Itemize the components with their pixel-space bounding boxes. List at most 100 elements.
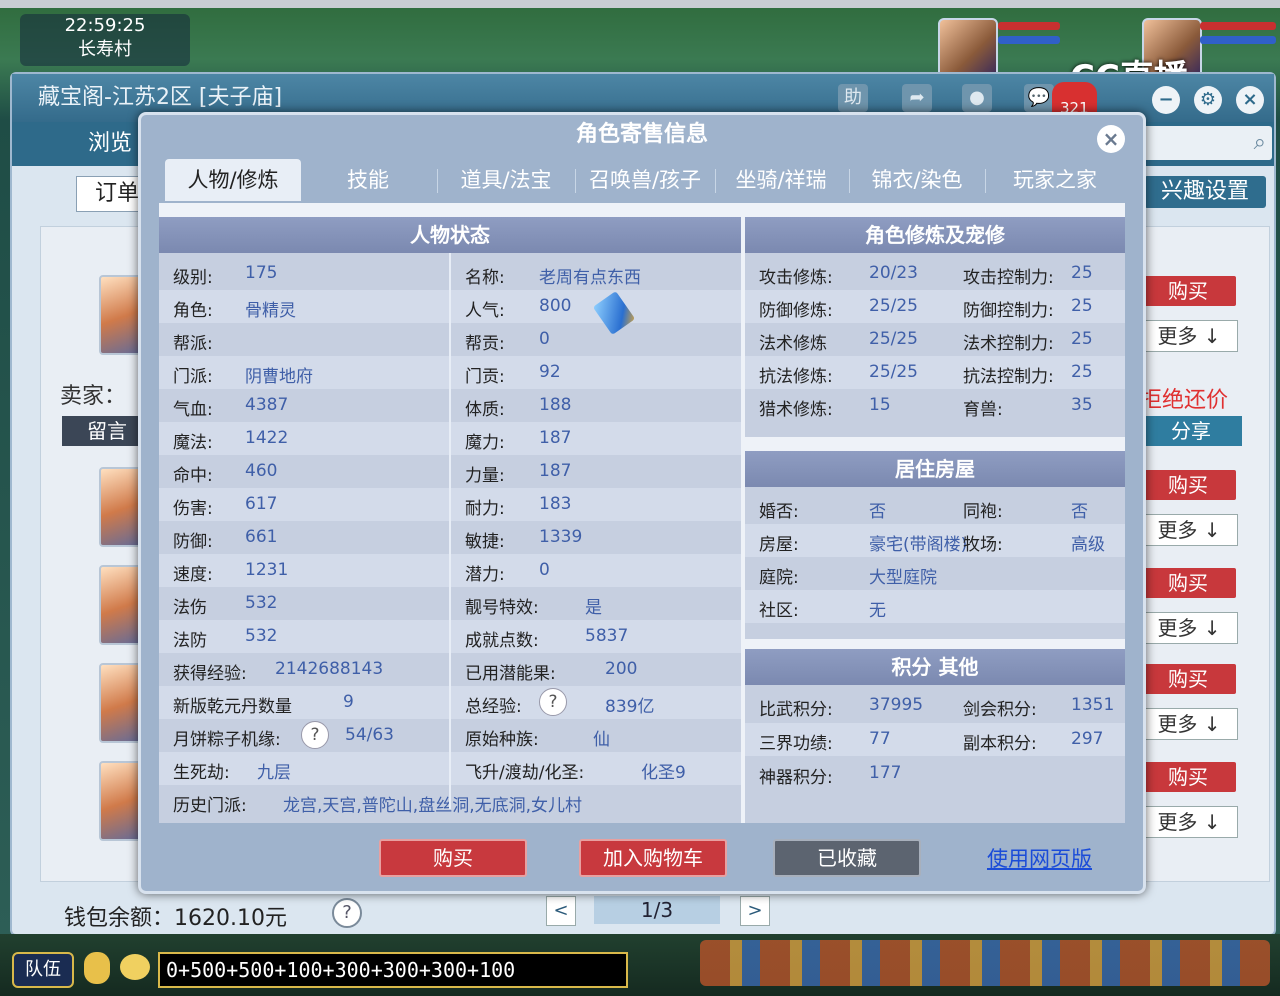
housing-header: 居住房屋	[745, 451, 1125, 487]
add-to-cart-button[interactable]: 加入购物车	[579, 839, 727, 877]
listing-buy-button[interactable]: 购买	[1140, 276, 1236, 306]
status-key: 速度:	[173, 565, 213, 585]
minimize-icon[interactable]: −	[1152, 86, 1180, 114]
help-icon[interactable]: ?	[301, 721, 329, 749]
help-icon[interactable]: ?	[539, 688, 567, 716]
housing-key: 社区:	[759, 601, 799, 621]
listing-more-button[interactable]: 更多 ↓	[1140, 612, 1238, 644]
housing-panel: 居住房屋 婚否: 否 同袍: 否房屋: 豪宅(带阁楼) 牧场: 高级 庭院: 大型庭院 社区: 无	[745, 451, 1125, 639]
status-key: 人气:	[465, 301, 505, 321]
help-icon[interactable]: 助	[838, 84, 868, 112]
cultivation-panel: 角色修炼及宠修 攻击修炼: 20/23 攻击控制力: 25 防御修炼: 25/25 防御控制…	[745, 217, 1125, 437]
microphone-icon[interactable]	[84, 952, 110, 984]
status-key: 总经验:	[465, 697, 522, 717]
search-icon[interactable]: ⌕	[1254, 130, 1266, 155]
refuse-bargain-label: 拒绝还价	[1140, 388, 1229, 413]
status-value: 5837	[585, 626, 629, 646]
speech-bubble-icon[interactable]	[120, 954, 150, 980]
status-key: 靓号特效:	[465, 598, 539, 618]
housing-value: 豪宅(带阁楼)	[869, 535, 968, 555]
listing-more-button[interactable]: 更多 ↓	[1140, 320, 1238, 352]
tab-outfits-dye[interactable]: 锦衣/染色	[855, 159, 979, 201]
points-value: 177	[869, 763, 902, 783]
page-next-button[interactable]: >	[740, 896, 770, 926]
status-key: 门贡:	[465, 367, 505, 387]
search-input[interactable]: ⌕	[1132, 126, 1272, 160]
status-value: 200	[605, 659, 638, 679]
share-button[interactable]: 分享	[1140, 416, 1242, 446]
housing-value: 大型庭院	[869, 568, 937, 588]
tab-mounts[interactable]: 坐骑/祥瑞	[719, 159, 843, 201]
record-icon[interactable]: ●	[962, 84, 992, 112]
cultivation-key: 抗法修炼:	[759, 367, 833, 387]
wallet-help-icon[interactable]: ?	[332, 898, 362, 928]
chat-icon[interactable]: 💬	[1024, 84, 1054, 112]
status-value: 1422	[245, 428, 289, 448]
team-button[interactable]: 队伍	[12, 952, 74, 988]
status-key: 力量:	[465, 466, 505, 486]
wallet-balance: 钱包余额：1620.10元	[64, 906, 287, 931]
points-key: 比武积分:	[759, 700, 833, 720]
cultivation-value: 25	[1071, 296, 1093, 316]
cultivation-row: 抗法修炼: 25/25 抗法控制力: 25	[745, 356, 1125, 389]
tab-browse[interactable]: 浏览	[80, 122, 140, 166]
modal-close-icon[interactable]: ×	[1097, 125, 1125, 153]
tab-separator	[575, 169, 576, 193]
cultivation-value: 25	[1071, 329, 1093, 349]
points-key: 神器积分:	[759, 768, 833, 788]
status-value: 54/63	[345, 725, 394, 745]
share-arrow-icon[interactable]: ➦	[902, 84, 932, 112]
housing-row: 社区: 无	[745, 590, 1125, 623]
points-key: 三界功绩:	[759, 734, 833, 754]
cultivation-key: 法术控制力:	[963, 334, 1054, 354]
player-portrait[interactable]	[938, 18, 998, 78]
status-value: 532	[245, 593, 278, 613]
cultivation-value: 25/25	[869, 362, 918, 382]
tab-character-cultivation[interactable]: 人物/修炼	[165, 159, 301, 201]
status-key: 原始种族:	[465, 730, 539, 750]
status-value: 1339	[539, 527, 583, 547]
status-key: 法防	[173, 631, 207, 651]
housing-row: 婚否: 否 同袍: 否	[745, 491, 1125, 524]
status-key: 新版乾元丹数量	[173, 697, 292, 717]
listing-more-button[interactable]: 更多 ↓	[1140, 514, 1238, 546]
cultivation-key: 猎术修炼:	[759, 400, 833, 420]
housing-key: 婚否:	[759, 502, 799, 522]
listing-buy-button[interactable]: 购买	[1140, 568, 1236, 598]
status-key: 防御:	[173, 532, 213, 552]
points-row: 比武积分: 37995 剑会积分: 1351	[745, 689, 1125, 722]
status-value: 0	[539, 329, 550, 349]
listing-more-button[interactable]: 更多 ↓	[1140, 708, 1238, 740]
close-icon[interactable]: ×	[1236, 86, 1264, 114]
points-key: 剑会积分:	[963, 700, 1037, 720]
status-value: 183	[539, 494, 572, 514]
skill-hotbar[interactable]	[700, 940, 1270, 986]
favorited-button[interactable]: 已收藏	[773, 839, 921, 877]
buy-button[interactable]: 购买	[379, 839, 527, 877]
cultivation-value: 20/23	[869, 263, 918, 283]
listing-more-button[interactable]: 更多 ↓	[1140, 806, 1238, 838]
listing-buy-button[interactable]: 购买	[1140, 664, 1236, 694]
tab-items-treasures[interactable]: 道具/法宝	[441, 159, 571, 201]
status-key: 帮派:	[173, 334, 213, 354]
tab-content: 人物状态 级别: 175 名称: 老周有点东西 角色: 骨精灵 人气: 800 帮派: 帮贡: 0 门…	[159, 203, 1125, 823]
listing-buy-button[interactable]: 购买	[1140, 762, 1236, 792]
settings-gear-icon[interactable]: ⚙	[1194, 86, 1222, 114]
tab-player-home[interactable]: 玩家之家	[991, 159, 1119, 201]
cultivation-row: 防御修炼: 25/25 防御控制力: 25	[745, 290, 1125, 323]
cultivation-key: 攻击修炼:	[759, 268, 833, 288]
status-key: 耐力:	[465, 499, 505, 519]
interest-settings-button[interactable]: 兴趣设置	[1144, 176, 1266, 208]
use-web-version-link[interactable]: 使用网页版	[987, 843, 1092, 873]
listing-buy-button[interactable]: 购买	[1140, 470, 1236, 500]
chat-input[interactable]: 0+500+500+100+300+300+300+100	[158, 952, 628, 988]
status-key: 魔法:	[173, 433, 213, 453]
tab-skills[interactable]: 技能	[309, 159, 427, 201]
cultivation-row: 法术修炼 25/25 法术控制力: 25	[745, 323, 1125, 356]
status-key: 敏捷:	[465, 532, 505, 552]
cultivation-key: 法术修炼	[759, 334, 827, 354]
page-prev-button[interactable]: <	[546, 896, 576, 926]
housing-row: 庭院: 大型庭院	[745, 557, 1125, 590]
tab-summons-children[interactable]: 召唤兽/孩子	[579, 159, 711, 201]
page-indicator: 1/3	[594, 896, 720, 924]
